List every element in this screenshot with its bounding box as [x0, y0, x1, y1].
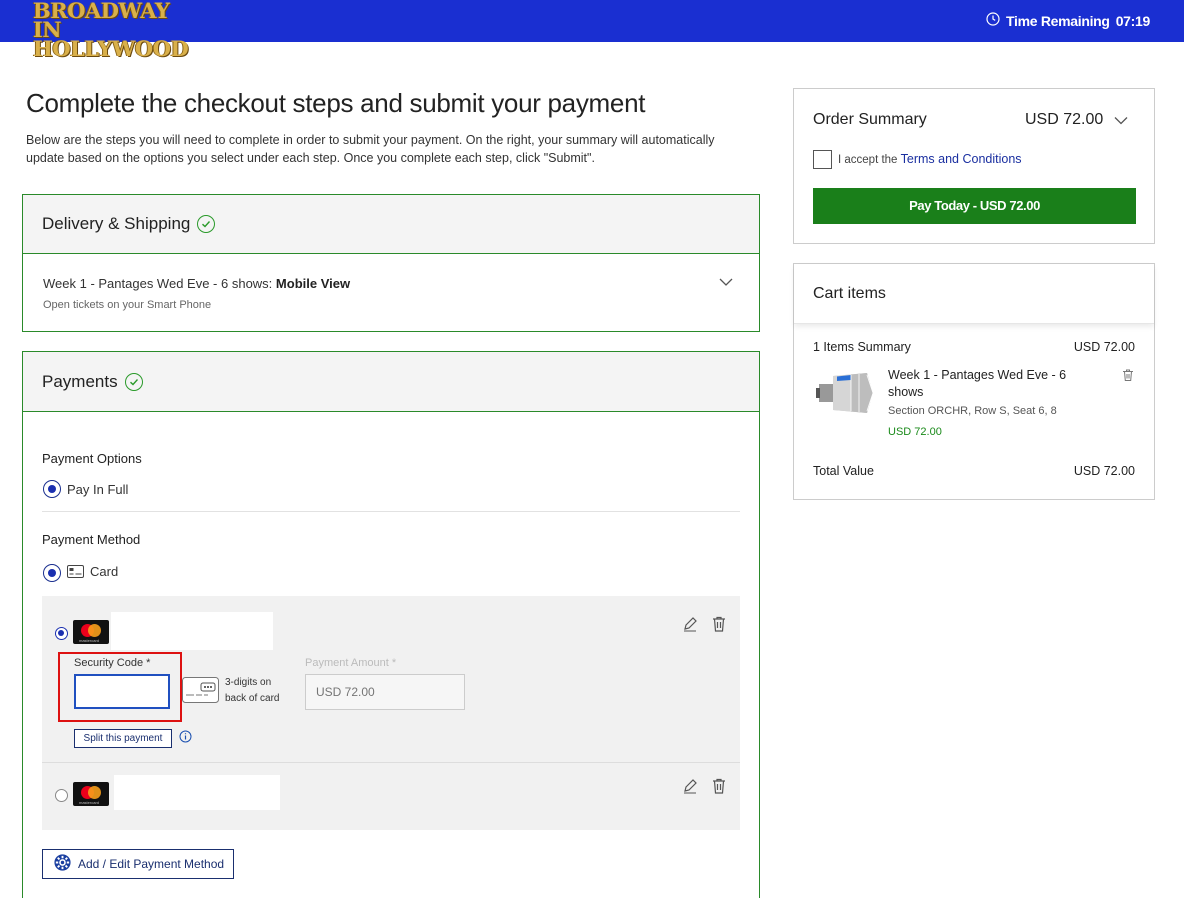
payment-method-label: Payment Method: [42, 532, 141, 547]
cart-item-name: Week 1 - Pantages Wed Eve - 6 shows: [888, 368, 1067, 399]
info-icon[interactable]: [179, 730, 192, 743]
terms-link[interactable]: Terms and Conditions: [901, 152, 1022, 166]
payments-heading: Payments: [42, 371, 118, 391]
edit-pencil-icon[interactable]: [681, 777, 699, 795]
order-summary-card: Order Summary USD 72.00 I accept the Ter…: [793, 88, 1155, 244]
split-payment-button[interactable]: Split this payment: [74, 729, 172, 748]
timer-value: 07:19: [1115, 12, 1151, 29]
time-remaining: Time Remaining 07:19: [986, 12, 1150, 29]
add-edit-label: Add / Edit Payment Method: [78, 857, 225, 871]
check-circle-icon: [197, 215, 216, 233]
chevron-down-icon[interactable]: [1114, 116, 1128, 125]
chevron-down-icon[interactable]: [719, 277, 733, 287]
payments-section: Payments Payment Options Pay In Full Pay…: [22, 351, 760, 898]
delivery-header: Delivery & Shipping: [23, 195, 759, 254]
delivery-item-name: Week 1 - Pantages Wed Eve - 6 shows:: [43, 276, 276, 291]
broadway-in-hollywood-logo[interactable]: BROADWAY IN HOLLYWOOD: [33, 0, 198, 59]
mastercard-logo-icon: mastercard: [73, 782, 109, 806]
saved-card-2-radio[interactable]: [55, 789, 68, 802]
payment-amount-input: [305, 674, 465, 710]
total-value-label: Total Value: [813, 464, 874, 478]
delivery-heading: Delivery & Shipping: [42, 214, 191, 233]
items-summary-amount: USD 72.00: [1073, 340, 1135, 354]
cvv-card-icon: [182, 677, 219, 703]
cart-item-seat: Section ORCHR, Row S, Seat 6, 8: [888, 405, 1057, 417]
card-number-redacted: [111, 612, 273, 650]
payment-amount-label: Payment Amount *: [305, 657, 397, 669]
top-bar: BROADWAY IN HOLLYWOOD Time Remaining 07:…: [0, 0, 1184, 59]
pay-in-full-label[interactable]: Pay In Full: [67, 482, 128, 497]
payments-header: Payments: [23, 352, 759, 412]
delivery-method: Mobile View: [275, 276, 351, 291]
page-title: Complete the checkout steps and submit y…: [26, 88, 646, 118]
divider: [42, 762, 740, 763]
security-code-label: Security Code *: [74, 657, 151, 669]
cart-title: Cart items: [813, 285, 886, 302]
pay-in-full-radio[interactable]: [43, 480, 61, 498]
card-method-radio[interactable]: [43, 564, 61, 582]
credit-card-icon: [67, 565, 84, 578]
saved-card-1-radio[interactable]: [55, 627, 68, 640]
delivery-shipping-section: Delivery & Shipping Week 1 - Pantages We…: [22, 194, 760, 332]
accept-terms-checkbox[interactable]: [813, 150, 832, 169]
cvv-hint: 3-digits on back of card: [225, 677, 280, 704]
trash-icon[interactable]: [1121, 368, 1135, 382]
accept-terms-text: I accept the Terms and Conditions: [838, 152, 1022, 166]
clock-icon: [986, 12, 1000, 29]
logo-line-1: BROADWAY IN: [33, 0, 170, 42]
trash-icon[interactable]: [710, 777, 728, 795]
card-method-label[interactable]: Card: [90, 564, 118, 579]
logo-line-2: HOLLYWOOD: [33, 36, 189, 61]
cart-items-card: Cart items 1 Items Summary USD 72.00 Wee…: [793, 263, 1155, 500]
intro-text: Below are the steps you will need to com…: [26, 133, 715, 165]
card-number-redacted: [114, 775, 280, 810]
cart-item-price: USD 72.00: [888, 426, 942, 438]
saved-cards-panel: mastercard Security Code * 3-digits on b…: [42, 596, 740, 830]
security-code-input[interactable]: [74, 674, 170, 709]
pay-today-button[interactable]: Pay Today - USD 72.00: [813, 188, 1136, 224]
delivery-subtext: Open tickets on your Smart Phone: [43, 299, 212, 311]
timer-label: Time Remaining: [1006, 12, 1110, 29]
cart-header: Cart items: [794, 264, 1154, 324]
mastercard-logo-icon: mastercard: [73, 620, 109, 644]
gear-icon: [53, 853, 72, 875]
items-summary-label: 1 Items Summary: [813, 340, 911, 354]
divider: [42, 511, 740, 512]
payment-options-label: Payment Options: [42, 451, 142, 466]
order-summary-total: USD 72.00: [1025, 111, 1104, 128]
order-summary-title: Order Summary: [813, 111, 927, 128]
total-value-amount: USD 72.00: [1073, 464, 1135, 478]
delivery-item[interactable]: Week 1 - Pantages Wed Eve - 6 shows: Mob…: [43, 276, 350, 291]
add-edit-payment-method-button[interactable]: Add / Edit Payment Method: [42, 849, 234, 879]
seat-map-thumbnail: [815, 370, 877, 416]
trash-icon[interactable]: [710, 615, 728, 633]
check-circle-icon: [124, 372, 143, 391]
edit-pencil-icon[interactable]: [681, 615, 699, 633]
